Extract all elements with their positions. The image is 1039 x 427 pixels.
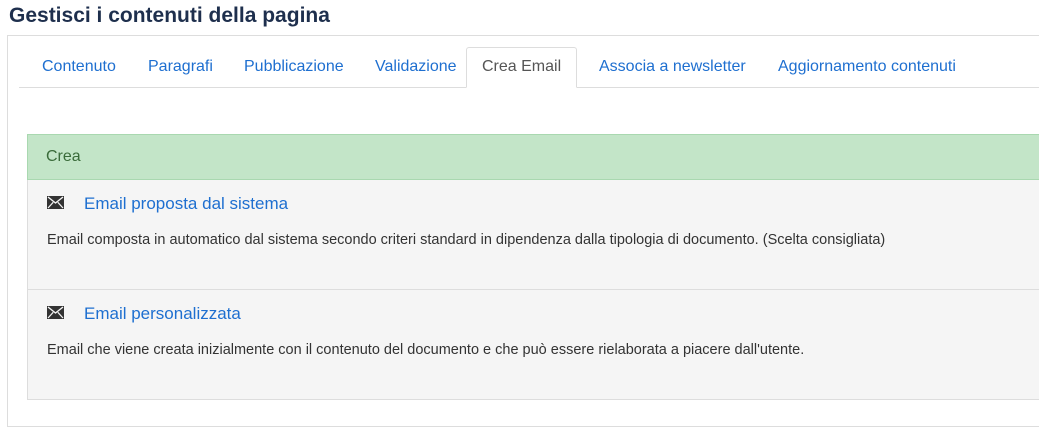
- tab-contenuto[interactable]: Contenuto: [27, 47, 131, 86]
- group-header: Crea: [27, 134, 1039, 180]
- content-panel: Contenuto Paragrafi Pubblicazione Valida…: [7, 35, 1039, 427]
- list-item: Email proposta dal sistema Email compost…: [27, 180, 1039, 290]
- page-title: Gestisci i contenuti della pagina: [9, 4, 330, 27]
- envelope-icon: [47, 196, 64, 209]
- tab-pubblicazione[interactable]: Pubblicazione: [229, 47, 359, 86]
- tab-crea-email[interactable]: Crea Email: [466, 47, 578, 88]
- tab-bar: Contenuto Paragrafi Pubblicazione Valida…: [19, 47, 1039, 88]
- envelope-icon: [47, 306, 64, 319]
- tab-aggiornamento-contenuti[interactable]: Aggiornamento contenuti: [763, 47, 971, 86]
- create-email-group: Crea Email proposta dal sistema Email co…: [27, 134, 1039, 424]
- list-item: Email personalizzata Email che viene cre…: [27, 290, 1039, 400]
- tab-paragrafi[interactable]: Paragrafi: [133, 47, 228, 86]
- tab-validazione[interactable]: Validazione: [360, 47, 472, 86]
- email-proposta-link[interactable]: Email proposta dal sistema: [84, 194, 288, 214]
- tab-associa-newsletter[interactable]: Associa a newsletter: [584, 47, 761, 86]
- item-description: Email composta in automatico dal sistema…: [47, 232, 886, 248]
- email-personalizzata-link[interactable]: Email personalizzata: [84, 304, 241, 324]
- item-description: Email che viene creata inizialmente con …: [47, 342, 805, 358]
